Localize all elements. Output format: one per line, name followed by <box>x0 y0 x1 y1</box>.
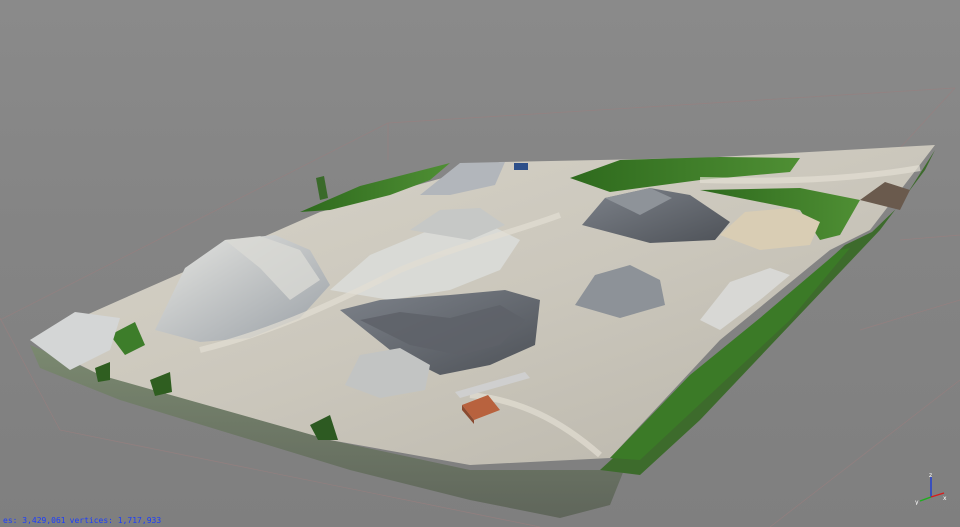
3d-viewport[interactable]: es: 3,429,061 vertices: 1,717,933 z x y <box>0 0 960 527</box>
y-axis-label: y <box>915 499 919 505</box>
mesh-stats-status: es: 3,429,061 vertices: 1,717,933 <box>0 515 168 527</box>
x-axis-label: x <box>943 495 947 502</box>
axis-gizmo: z x y <box>915 472 947 505</box>
vehicle <box>514 163 528 170</box>
vertices-count: vertices: 1,717,933 <box>69 516 162 525</box>
z-axis-label: z <box>929 472 932 479</box>
y-axis-line <box>919 496 932 502</box>
faces-count: es: 3,429,061 <box>3 516 66 525</box>
mesh-scene[interactable] <box>0 0 960 527</box>
